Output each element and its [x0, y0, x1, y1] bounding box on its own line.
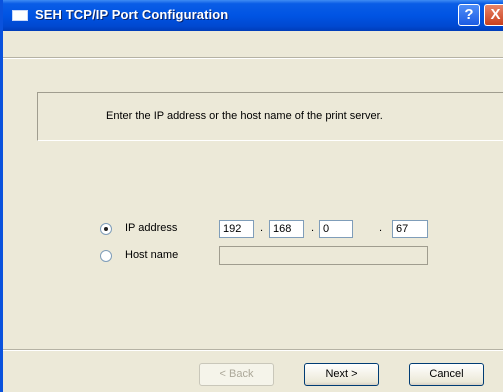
ip-separator-3: .	[379, 222, 383, 234]
back-button[interactable]: < Back	[199, 363, 274, 386]
instruction-text: Enter the IP address or the host name of…	[106, 110, 383, 122]
host-name-label: Host name	[125, 249, 179, 261]
help-button[interactable]: ?	[458, 4, 480, 26]
window-title: SEH TCP/IP Port Configuration	[35, 7, 229, 22]
header-separator	[3, 57, 503, 59]
close-button[interactable]: X	[484, 4, 503, 26]
footer-separator	[3, 349, 503, 351]
ip-octet-2-field[interactable]: 168	[269, 220, 304, 238]
title-bar[interactable]: SEH TCP/IP Port Configuration ? X	[3, 0, 503, 31]
cancel-button[interactable]: Cancel	[409, 363, 484, 386]
ip-separator-2: .	[311, 222, 315, 234]
ip-separator-1: .	[260, 222, 264, 234]
next-button[interactable]: Next >	[304, 363, 379, 386]
dialog-window: SEH TCP/IP Port Configuration ? X Enter …	[0, 0, 503, 392]
ip-address-radio[interactable]	[100, 223, 112, 235]
host-name-radio[interactable]	[100, 250, 112, 262]
ip-octet-3-field[interactable]: 0	[319, 220, 353, 238]
window-icon	[12, 10, 28, 21]
ip-octet-1-field[interactable]: 192	[219, 220, 254, 238]
ip-address-label: IP address	[125, 222, 178, 234]
ip-octet-4-field[interactable]: 67	[392, 220, 428, 238]
host-name-field[interactable]	[219, 246, 428, 265]
instruction-panel: Enter the IP address or the host name of…	[37, 92, 503, 141]
